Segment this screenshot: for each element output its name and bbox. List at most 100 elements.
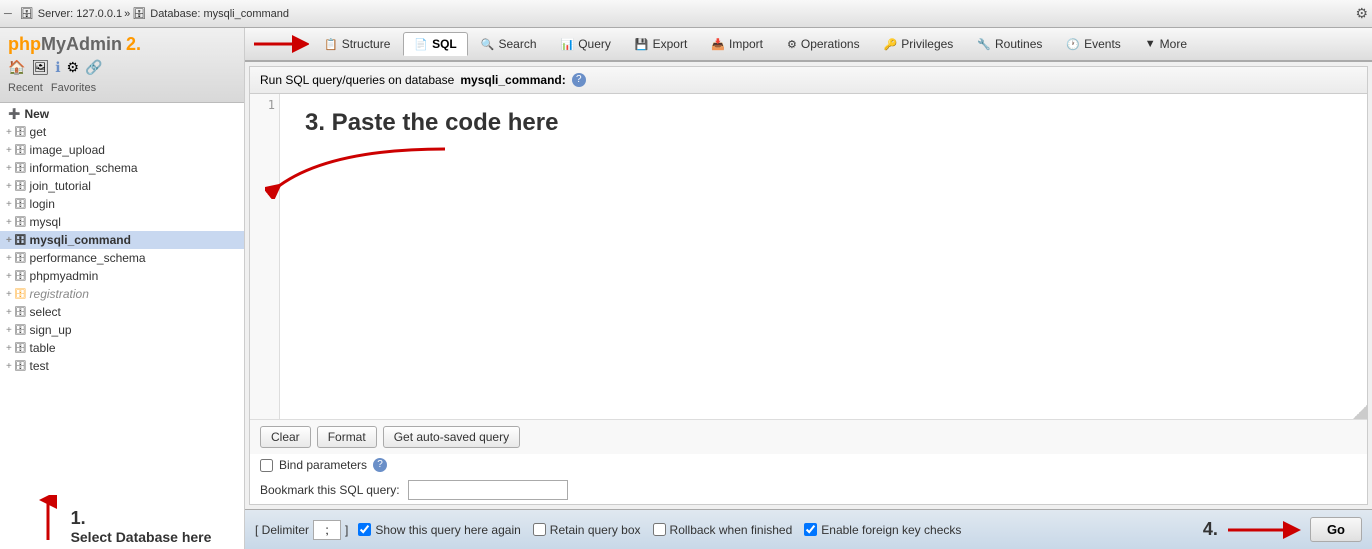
favorites-link[interactable]: Favorites	[51, 82, 96, 94]
gear-icon-top[interactable]: ⚙	[1355, 5, 1368, 22]
sql-icon: 📄	[414, 38, 428, 51]
clear-button[interactable]: Clear	[260, 426, 311, 448]
sidebar-logo: php MyAdmin 2.	[8, 34, 236, 55]
show-query-checkbox[interactable]	[358, 523, 371, 536]
resize-handle[interactable]	[1353, 405, 1367, 419]
tree-item-select[interactable]: + 🗄 select	[0, 303, 244, 321]
tree-item-registration[interactable]: + 🗄 registration	[0, 285, 244, 303]
tab-bar: 📋 Structure 📄 SQL 🔍 Search 📊 Query 💾	[245, 28, 1372, 62]
image-icon[interactable]: 🖼	[31, 59, 49, 76]
db-small-icon: 🗄	[14, 163, 27, 174]
home-icon[interactable]: 🏠	[8, 59, 25, 76]
settings-icon[interactable]: ⚙	[67, 59, 80, 76]
window-controls: ─	[4, 8, 12, 20]
db-small-icon: 🗄	[14, 343, 27, 354]
format-button[interactable]: Format	[317, 426, 377, 448]
delimiter-input[interactable]	[313, 520, 341, 540]
tree-new-item[interactable]: ➕ New	[0, 105, 244, 123]
tree-item-sign_up[interactable]: + 🗄 sign_up	[0, 321, 244, 339]
bookmark-input[interactable]	[408, 480, 568, 500]
tree-item-mysql[interactable]: + 🗄 mysql	[0, 213, 244, 231]
sidebar-icons: 🏠 🖼 ℹ ⚙ 🔗	[8, 55, 236, 80]
tree-label: phpmyadmin	[30, 269, 99, 283]
tab-sql[interactable]: 📄 SQL	[403, 32, 467, 56]
tab-search[interactable]: 🔍 Search	[470, 32, 548, 56]
bind-params-help-icon[interactable]: ?	[373, 458, 387, 472]
events-label: Events	[1084, 37, 1121, 51]
tab-query[interactable]: 📊 Query	[550, 32, 622, 56]
tree-item-performance_schema[interactable]: + 🗄 performance_schema	[0, 249, 244, 267]
tree-label: table	[30, 341, 56, 355]
app-container: ─ 🗄 Server: 127.0.0.1 » 🗄 Database: mysq…	[0, 0, 1372, 549]
expand-icon: +	[6, 325, 12, 336]
sql-panel: Run SQL query/queries on database mysqli…	[249, 66, 1368, 505]
expand-icon: +	[6, 235, 12, 246]
db-small-icon: 🗄	[14, 361, 27, 372]
foreign-key-check: Enable foreign key checks	[804, 523, 961, 537]
expand-icon: +	[6, 361, 12, 372]
db-small-icon: 🗄	[14, 217, 27, 228]
button-bar: Clear Format Get auto-saved query	[250, 419, 1367, 454]
info-icon[interactable]: ℹ	[55, 59, 60, 76]
db-small-icon: 🗄	[14, 235, 27, 246]
tree-item-mysqli_command[interactable]: + 🗄 mysqli_command	[0, 231, 244, 249]
tree-item-information_schema[interactable]: + 🗄 information_schema	[0, 159, 244, 177]
bind-params-checkbox[interactable]	[260, 459, 273, 472]
db-small-icon: 🗄	[14, 271, 27, 282]
expand-icon: +	[6, 307, 12, 318]
sql-editor-input[interactable]	[280, 94, 1367, 419]
expand-icon: +	[6, 163, 12, 174]
tab-operations[interactable]: ⚙ Operations	[776, 32, 871, 56]
search-label: Search	[498, 37, 536, 51]
tree-item-login[interactable]: + 🗄 login	[0, 195, 244, 213]
rollback-checkbox[interactable]	[653, 523, 666, 536]
foreign-key-checkbox[interactable]	[804, 523, 817, 536]
expand-icon: +	[6, 145, 12, 156]
tree-item-phpmyadmin[interactable]: + 🗄 phpmyadmin	[0, 267, 244, 285]
delimiter-section: [ Delimiter ]	[255, 520, 348, 540]
tab-more[interactable]: ▼ More	[1134, 32, 1198, 56]
auto-save-button[interactable]: Get auto-saved query	[383, 426, 520, 448]
title-bar: ─ 🗄 Server: 127.0.0.1 » 🗄 Database: mysq…	[0, 0, 1372, 28]
expand-icon: +	[6, 271, 12, 282]
tab-structure[interactable]: 📋 Structure	[313, 32, 401, 56]
import-label: Import	[729, 37, 763, 51]
tree-item-table[interactable]: + 🗄 table	[0, 339, 244, 357]
tab-privileges[interactable]: 🔑 Privileges	[873, 32, 965, 56]
expand-icon: +	[6, 127, 12, 138]
panel-db-name: mysqli_command:	[460, 73, 565, 87]
search-tab-icon: 🔍	[481, 38, 495, 51]
db-label: Database: mysqli_command	[150, 8, 289, 20]
select-db-text: Select Database here	[71, 529, 212, 545]
recent-link[interactable]: Recent	[8, 82, 43, 94]
tab-arrow-icon	[249, 30, 309, 58]
db-small-icon: 🗄	[14, 307, 27, 318]
tree-label: performance_schema	[30, 251, 146, 265]
tree-item-image_upload[interactable]: + 🗄 image_upload	[0, 141, 244, 159]
logo-php: php	[8, 34, 41, 55]
tree-label: mysql	[30, 215, 61, 229]
tab-routines[interactable]: 🔧 Routines	[966, 32, 1053, 56]
tree-item-test[interactable]: + 🗄 test	[0, 357, 244, 375]
operations-label: Operations	[801, 37, 860, 51]
link-icon[interactable]: 🔗	[85, 59, 102, 76]
sql-help-icon[interactable]: ?	[572, 73, 586, 87]
tab-events[interactable]: 🕐 Events	[1055, 32, 1131, 56]
operations-icon: ⚙	[787, 38, 797, 51]
sql-label: SQL	[432, 37, 457, 51]
tab-export[interactable]: 💾 Export	[624, 32, 698, 56]
expand-icon: +	[6, 253, 12, 264]
tab-import[interactable]: 📥 Import	[700, 32, 774, 56]
footer-checkboxes: Show this query here again Retain query …	[358, 523, 961, 537]
rollback-check: Rollback when finished	[653, 523, 793, 537]
sidebar-annotation: 1. Select Database here	[0, 487, 244, 549]
retain-query-checkbox[interactable]	[533, 523, 546, 536]
foreign-key-label: Enable foreign key checks	[821, 523, 961, 537]
tree-item-get[interactable]: + 🗄 get	[0, 123, 244, 141]
anno-4-num: 4.	[1203, 519, 1218, 540]
go-button[interactable]: Go	[1310, 517, 1362, 542]
tree-item-join_tutorial[interactable]: + 🗄 join_tutorial	[0, 177, 244, 195]
minimize-icon[interactable]: ─	[4, 8, 12, 20]
server-label: Server: 127.0.0.1	[38, 8, 122, 20]
routines-icon: 🔧	[977, 38, 991, 51]
